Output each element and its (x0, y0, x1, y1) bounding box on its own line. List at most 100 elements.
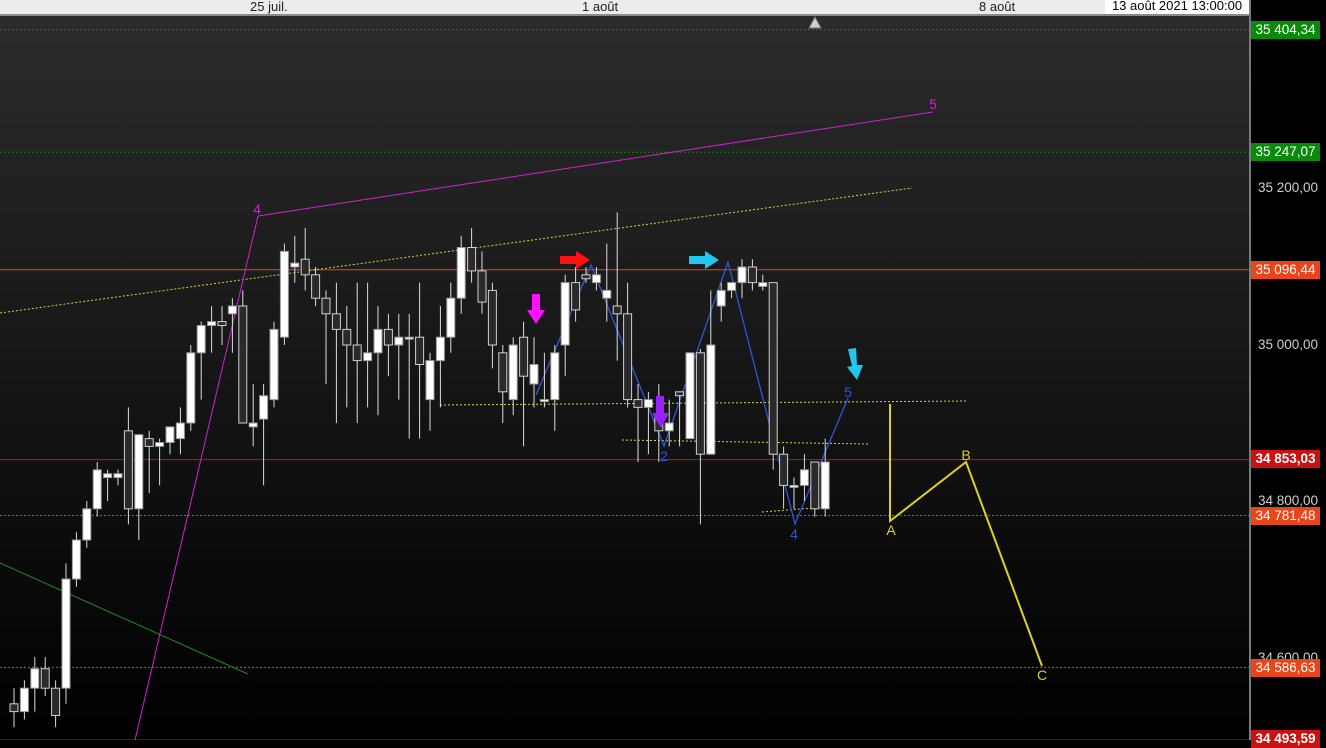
candle-body-bull (820, 461, 830, 510)
candle-body-bear (633, 399, 643, 408)
candle-body-bull (727, 282, 737, 291)
candle-body-bear (321, 297, 331, 315)
level-tag-34853: 34 853,03 (1251, 450, 1320, 468)
candle-body-bull (155, 442, 165, 447)
level-tag-34493: 34 493,59 (1251, 730, 1320, 748)
candle-body-bull (758, 282, 768, 288)
candle-body-bull (363, 352, 373, 362)
level-tag-34781: 34 781,48 (1251, 507, 1320, 525)
candle-body-bear (352, 344, 362, 362)
candle-body-bull (207, 321, 217, 327)
candle-body-bull (30, 668, 40, 689)
wave-label-blue-4: 4 (790, 526, 798, 542)
candle-body-bull (446, 297, 456, 338)
wave-label-blue-5: 5 (844, 384, 852, 400)
candle-body-bear (623, 313, 633, 401)
candle-body-bull (186, 352, 196, 424)
candle-body-bear (747, 266, 757, 284)
candle-body-bull (539, 399, 549, 403)
level-tag-35096: 35 096,44 (1251, 261, 1320, 279)
candle-body-bull (134, 434, 144, 510)
candle-body-bull (425, 360, 435, 401)
candle-body-bear (300, 258, 310, 276)
date-label-jul25: 25 juil. (250, 0, 288, 14)
candle-body-bear (40, 668, 50, 689)
candle-body-bull (685, 352, 695, 440)
candle-body-bull (373, 328, 383, 354)
price-axis-divider (1249, 0, 1251, 740)
candle-body-bull (435, 336, 445, 362)
candle-body-bear (498, 352, 508, 393)
candle-body-bull (269, 328, 279, 401)
candle-body-bear (51, 687, 61, 717)
candle-body-bull (789, 484, 799, 488)
candle-body-bull (279, 250, 289, 338)
candle-body-bear (779, 453, 789, 486)
wave-label-magenta-5: 5 (929, 96, 937, 112)
candle-body-bull (456, 247, 466, 299)
candle-body-bull (290, 262, 300, 268)
candle-body-bull (61, 578, 71, 689)
wave-label-yellow-b: B (961, 447, 970, 463)
candle-body-bear (311, 274, 321, 299)
candle-body-bear (581, 274, 591, 280)
date-label-aug8: 8 août (979, 0, 1016, 14)
candle-body-bull (706, 344, 716, 455)
candle-body-bull (394, 336, 404, 346)
candle-body-bear (342, 328, 352, 346)
candle-body-bull (799, 469, 809, 486)
level-tag-35404: 35 404,34 (1251, 21, 1320, 39)
price-tick: 35 000,00 (1258, 337, 1319, 352)
candle-body-bull (92, 469, 102, 510)
candle-body-bear (467, 247, 477, 272)
wave-label-yellow-a: A (886, 522, 896, 538)
candle-body-bull (259, 395, 269, 420)
candle-body-bull (404, 336, 414, 340)
date-axis: 25 juil. 1 août 8 août 13 août 2021 13:0… (0, 0, 1249, 16)
candle-body-bear (383, 328, 393, 346)
candle-body-bull (560, 282, 570, 346)
candle-body-bull (737, 266, 747, 284)
candle-body-bear (487, 289, 497, 346)
candle-body-bear (571, 282, 581, 311)
candle-body-bull (175, 422, 185, 440)
candle-body-bull (716, 289, 726, 307)
candle-body-bear (123, 430, 133, 510)
candle-body-bull (643, 399, 653, 408)
level-tag-35247: 35 247,07 (1251, 143, 1320, 161)
candle-body-bear (9, 703, 19, 713)
candle-body-bull (591, 274, 601, 284)
candle-body-bull (602, 289, 612, 299)
candle-body-bull (82, 508, 92, 541)
candle-body-bull (103, 473, 113, 479)
candle-body-bear (415, 336, 425, 366)
wave-label-magenta-4: 4 (253, 201, 261, 217)
candle-body-bull (248, 422, 258, 428)
cursor-date-readout: 13 août 2021 13:00:00 (1105, 0, 1249, 14)
candle-body-bull (664, 422, 674, 432)
candle-body-bear (675, 391, 685, 397)
candle-body-bear (217, 321, 227, 327)
price-chart[interactable]: 4 5 2 4 5 A B C (0, 0, 1326, 740)
price-tick: 35 200,00 (1258, 180, 1319, 195)
price-tick: 34 800,00 (1258, 493, 1319, 508)
candle-body-bear (768, 282, 778, 455)
candle-body-bull (529, 364, 539, 385)
candle-body-bull (550, 352, 560, 401)
date-label-aug1: 1 août (582, 0, 619, 14)
candle-body-bear (477, 270, 487, 303)
candle-body-bear (238, 305, 248, 424)
candle-body-bear (519, 336, 529, 377)
candle-body-bull (113, 473, 123, 479)
candle-body-bull (165, 426, 175, 443)
candle-body-bear (331, 313, 341, 330)
candle-body-bear (612, 305, 622, 315)
wave-label-blue-2: 2 (660, 448, 668, 464)
candle-body-bull (196, 325, 206, 354)
candle-body-bear (810, 461, 820, 510)
level-tag-34586: 34 586,63 (1251, 659, 1320, 677)
price-axis-background (1251, 0, 1326, 740)
wave-label-yellow-c: C (1037, 667, 1047, 683)
candle-body-bull (508, 344, 518, 401)
candle-body-bull (227, 305, 237, 315)
